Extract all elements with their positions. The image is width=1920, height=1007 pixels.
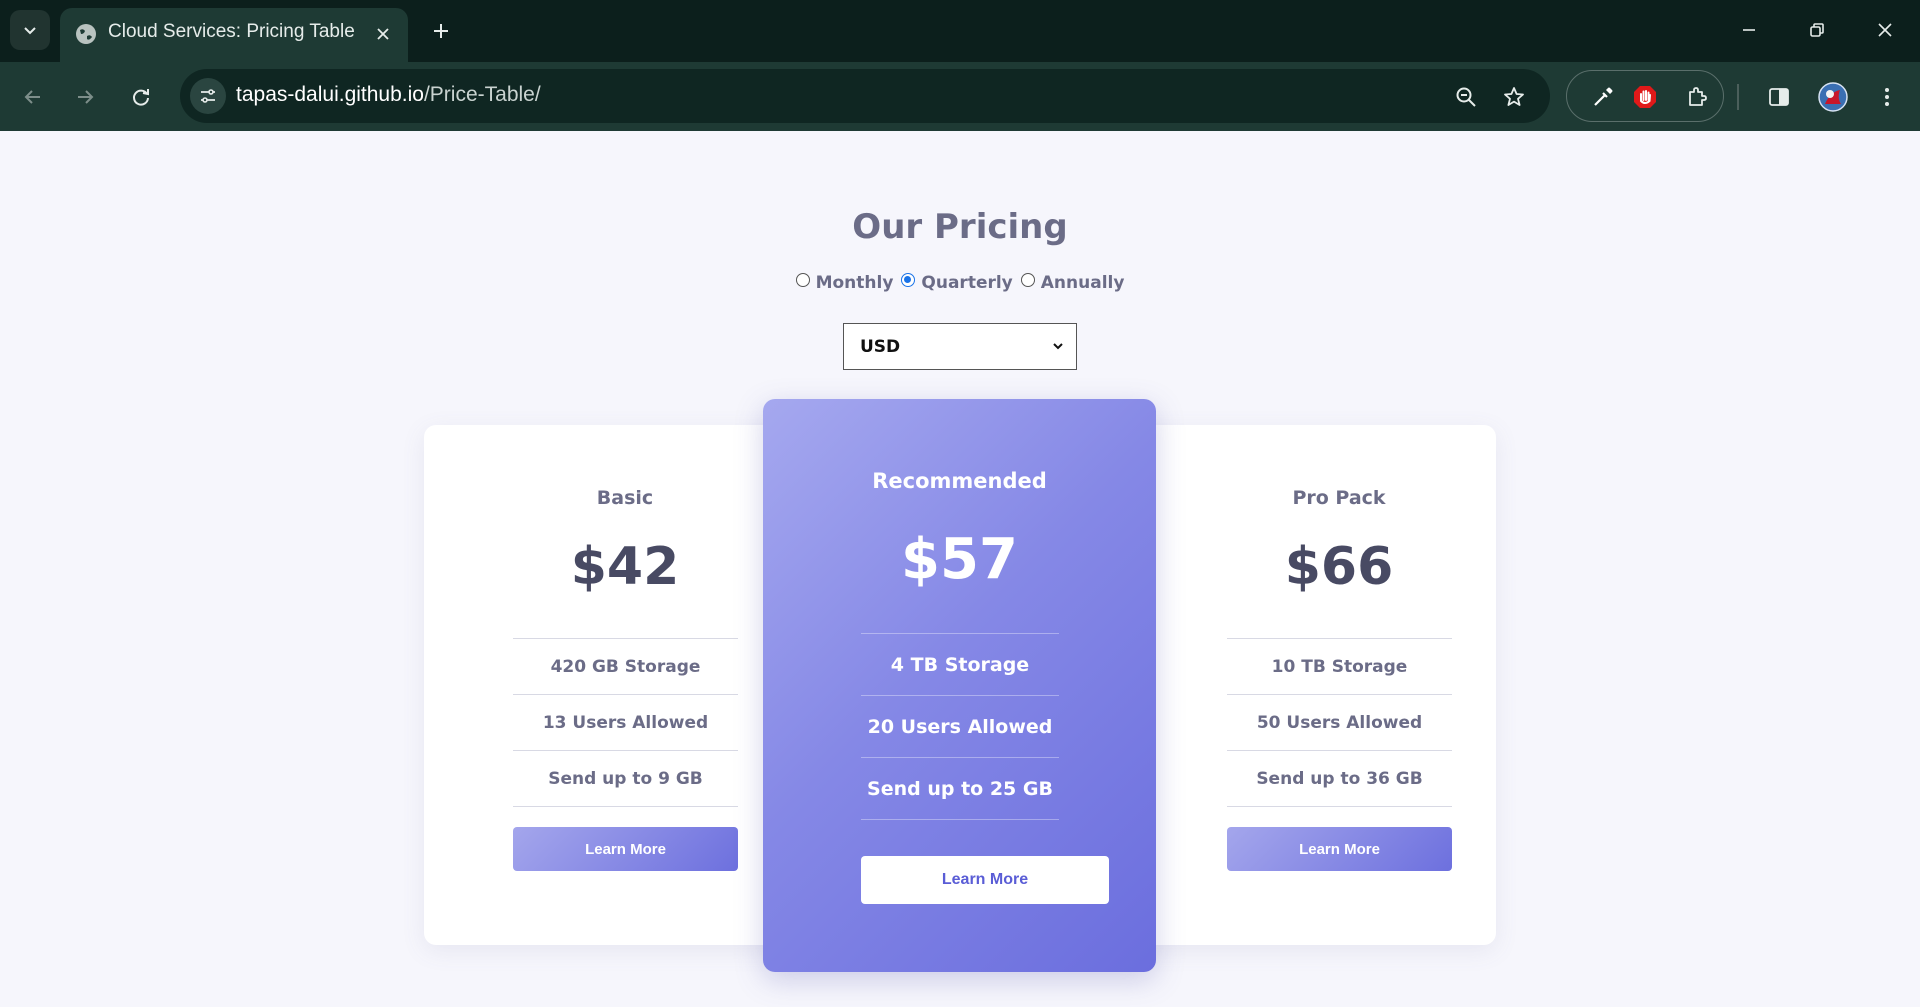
currency-select[interactable]: USD <box>843 323 1077 370</box>
tune-icon <box>201 89 215 103</box>
radio-button[interactable] <box>901 273 916 287</box>
eyedropper-extension-button[interactable] <box>1585 79 1621 115</box>
plan-card-recommended: Recommended $57 4 TB Storage 20 Users Al… <box>763 399 1156 972</box>
zoom-out-icon <box>1456 87 1476 107</box>
list-item: Send up to 25 GB <box>861 758 1059 820</box>
star-icon <box>1504 87 1524 106</box>
radio-monthly[interactable]: Monthly <box>795 273 894 293</box>
radio-button[interactable] <box>1020 273 1035 287</box>
zoom-button[interactable] <box>1450 81 1482 113</box>
feature-list: 10 TB Storage 50 Users Allowed Send up t… <box>1227 638 1452 807</box>
list-item: 10 TB Storage <box>1227 639 1452 695</box>
page-content: Our Pricing Monthly Quarterly Annually U… <box>0 131 1920 1007</box>
minimize-icon <box>1743 29 1755 31</box>
restore-button[interactable] <box>1794 10 1840 50</box>
plus-icon <box>434 24 448 38</box>
tab-strip: Cloud Services: Pricing Table <box>0 0 1920 62</box>
toolbar-divider <box>1737 84 1739 110</box>
plan-card-pro-pack: Pro Pack $66 10 TB Storage 50 Users Allo… <box>1184 425 1494 945</box>
page-title: Our Pricing <box>852 207 1068 247</box>
close-window-button[interactable] <box>1862 10 1908 50</box>
browser-menu-button[interactable] <box>1866 76 1908 118</box>
avatar <box>1818 82 1848 112</box>
arrow-left-icon <box>24 90 40 104</box>
tab-close-button[interactable] <box>370 21 396 47</box>
radio-label: Monthly <box>815 273 894 293</box>
list-item: 420 GB Storage <box>513 639 738 695</box>
feature-list: 420 GB Storage 13 Users Allowed Send up … <box>513 638 738 807</box>
list-item: 4 TB Storage <box>861 634 1059 696</box>
radio-label: Annually <box>1040 273 1125 293</box>
reload-icon <box>133 89 149 106</box>
extensions-group <box>1566 70 1724 122</box>
plan-price: $42 <box>570 537 680 597</box>
chevron-down-icon <box>1053 343 1063 350</box>
close-icon <box>377 28 389 40</box>
plan-name: Recommended <box>872 469 1047 493</box>
list-item: 50 Users Allowed <box>1227 695 1452 751</box>
back-button[interactable] <box>12 76 54 118</box>
feature-list: 4 TB Storage 20 Users Allowed Send up to… <box>861 633 1059 820</box>
list-item: 20 Users Allowed <box>861 696 1059 758</box>
tab-title: Cloud Services: Pricing Table <box>108 21 355 42</box>
restore-icon <box>1810 23 1824 37</box>
eyedropper-icon <box>1594 87 1613 106</box>
list-item: Send up to 9 GB <box>513 751 738 807</box>
browser-toolbar: tapas-dalui.github.io/Price-Table/ <box>0 62 1920 131</box>
url-path: /Price-Table/ <box>423 83 541 106</box>
new-tab-button[interactable] <box>424 14 458 48</box>
minimize-button[interactable] <box>1726 10 1772 50</box>
radio-label: Quarterly <box>921 273 1013 293</box>
tab-search-button[interactable] <box>10 10 50 50</box>
plan-name: Pro Pack <box>1292 487 1386 509</box>
side-panel-button[interactable] <box>1758 76 1800 118</box>
plan-price: $57 <box>901 527 1018 592</box>
plan-name: Basic <box>596 487 654 509</box>
list-item: 13 Users Allowed <box>513 695 738 751</box>
active-tab[interactable]: Cloud Services: Pricing Table <box>60 8 408 62</box>
side-panel-icon <box>1769 88 1789 106</box>
puzzle-icon <box>1689 87 1707 106</box>
radio-button[interactable] <box>795 273 810 287</box>
list-item: Send up to 36 GB <box>1227 751 1452 807</box>
bookmark-button[interactable] <box>1498 81 1530 113</box>
forward-button[interactable] <box>64 76 106 118</box>
url-text: tapas-dalui.github.io/Price-Table/ <box>236 83 541 107</box>
profile-avatar-button[interactable] <box>1812 76 1854 118</box>
adblock-extension-button[interactable] <box>1627 79 1663 115</box>
site-info-button[interactable] <box>190 78 226 114</box>
reload-button[interactable] <box>120 76 162 118</box>
chevron-down-icon <box>24 27 36 35</box>
browser-chrome: Cloud Services: Pricing Table tapas-dalu… <box>0 0 1920 131</box>
learn-more-button[interactable]: Learn More <box>513 827 738 871</box>
address-bar[interactable]: tapas-dalui.github.io/Price-Table/ <box>180 69 1550 123</box>
plan-price: $66 <box>1284 537 1394 597</box>
billing-period-group: Monthly Quarterly Annually <box>0 273 1920 293</box>
arrow-right-icon <box>78 90 94 104</box>
learn-more-button[interactable]: Learn More <box>861 856 1109 904</box>
plan-card-basic: Basic $42 420 GB Storage 13 Users Allowe… <box>470 425 780 945</box>
globe-icon <box>76 24 96 44</box>
stop-hand-icon <box>1634 86 1656 108</box>
radio-quarterly[interactable]: Quarterly <box>901 273 1013 293</box>
extensions-button[interactable] <box>1679 79 1715 115</box>
url-host: tapas-dalui.github.io <box>236 83 424 106</box>
currency-value: USD <box>860 336 901 357</box>
close-icon <box>1878 23 1892 37</box>
more-vertical-icon <box>1885 88 1889 106</box>
learn-more-button[interactable]: Learn More <box>1227 827 1452 871</box>
radio-annually[interactable]: Annually <box>1020 273 1125 293</box>
